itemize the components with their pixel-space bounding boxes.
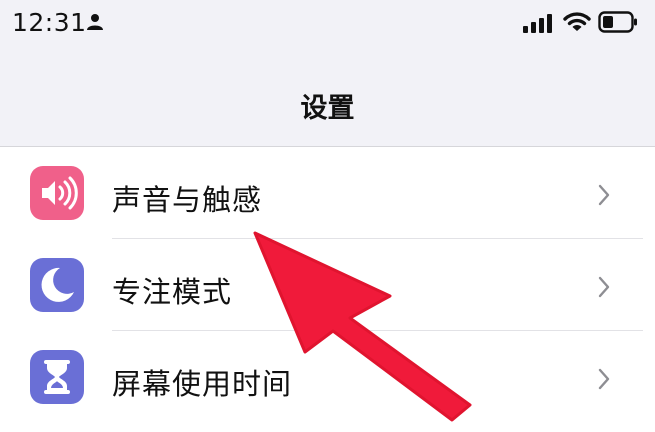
settings-screen: 12:31 设置 声音与触感 专注模式 屏幕使用时间 <box>0 0 655 432</box>
speaker-icon <box>30 166 84 220</box>
status-time: 12:31 <box>12 8 87 37</box>
settings-list: 声音与触感 专注模式 屏幕使用时间 <box>0 147 655 432</box>
chevron-right-icon <box>598 368 610 390</box>
settings-item-focus[interactable]: 专注模式 <box>0 239 655 331</box>
nav-bar: 设置 <box>0 48 655 146</box>
moon-icon <box>30 258 84 312</box>
signal-icon <box>523 14 552 33</box>
hourglass-icon <box>30 350 84 404</box>
chevron-right-icon <box>598 276 610 298</box>
person-icon <box>87 14 103 30</box>
status-bar: 12:31 <box>0 0 655 48</box>
wifi-icon <box>563 12 591 31</box>
settings-item-sounds-haptics[interactable]: 声音与触感 <box>0 147 655 239</box>
chevron-right-icon <box>598 184 610 206</box>
battery-icon <box>598 11 637 33</box>
settings-item-screen-time[interactable]: 屏幕使用时间 <box>0 331 655 423</box>
page-title: 设置 <box>300 93 355 124</box>
settings-item-label: 屏幕使用时间 <box>112 367 293 401</box>
settings-item-label: 声音与触感 <box>112 183 263 217</box>
settings-item-label: 专注模式 <box>112 275 233 309</box>
